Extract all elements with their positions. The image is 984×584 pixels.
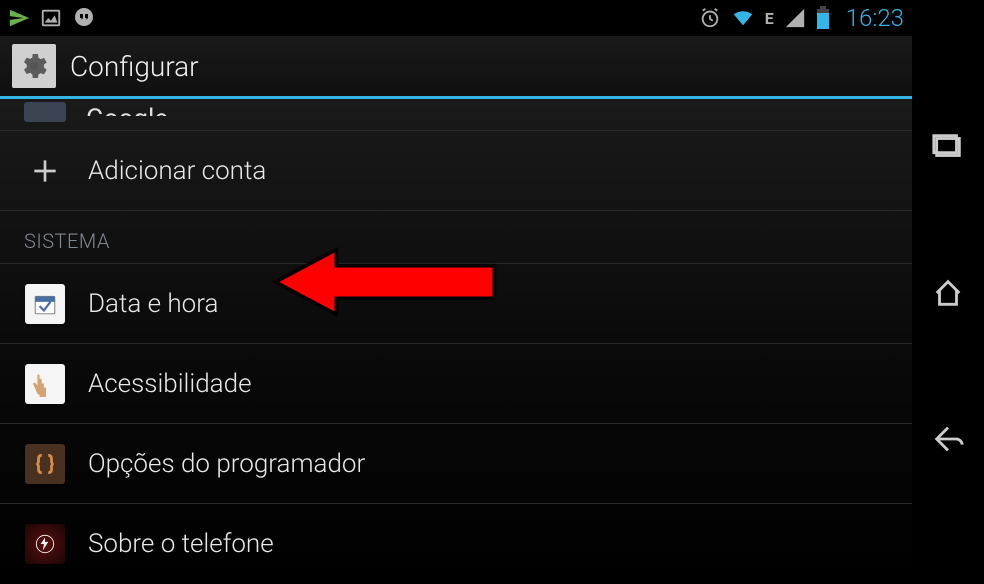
google-account-icon — [24, 102, 66, 122]
hand-icon — [24, 363, 66, 405]
image-icon — [40, 7, 62, 29]
settings-item-accessibility[interactable]: Acessibilidade — [0, 344, 912, 424]
signal-icon — [784, 7, 806, 29]
home-button[interactable] — [931, 276, 965, 314]
settings-item-label: Sobre o telefone — [88, 529, 274, 559]
settings-item-date-time[interactable]: Data e hora — [0, 264, 912, 344]
back-button[interactable] — [931, 422, 965, 460]
settings-icon — [12, 44, 56, 88]
page-title: Configurar — [70, 50, 199, 83]
settings-list: Google Adicionar conta SISTEMA Data e ho… — [0, 99, 912, 584]
calendar-icon — [24, 283, 66, 325]
braces-icon — [24, 443, 66, 485]
hangouts-icon — [72, 6, 96, 30]
settings-item-label: Data e hora — [88, 289, 218, 319]
recent-apps-button[interactable] — [931, 130, 965, 168]
settings-item-add-account[interactable]: Adicionar conta — [0, 131, 912, 211]
settings-item-about-phone[interactable]: Sobre o telefone — [0, 504, 912, 584]
settings-header[interactable]: Configurar — [0, 36, 912, 96]
wifi-icon — [731, 7, 755, 29]
send-icon — [8, 7, 30, 29]
settings-item-label: Opções do programador — [88, 449, 365, 479]
settings-item-label: Adicionar conta — [88, 156, 266, 186]
settings-item-label: Acessibilidade — [88, 369, 252, 399]
settings-item-google[interactable]: Google — [0, 99, 912, 131]
battery-icon — [816, 6, 830, 30]
alarm-icon — [699, 7, 721, 29]
network-type-label: E — [765, 9, 774, 28]
status-bar: E 16:23 — [0, 0, 912, 36]
navigation-bar — [912, 36, 984, 554]
plus-icon — [24, 150, 66, 192]
clock-time: 16:23 — [846, 4, 904, 32]
settings-item-developer-options[interactable]: Opções do programador — [0, 424, 912, 504]
section-header-system: SISTEMA — [0, 211, 912, 264]
about-icon — [24, 523, 66, 565]
settings-item-label: Google — [86, 104, 168, 116]
